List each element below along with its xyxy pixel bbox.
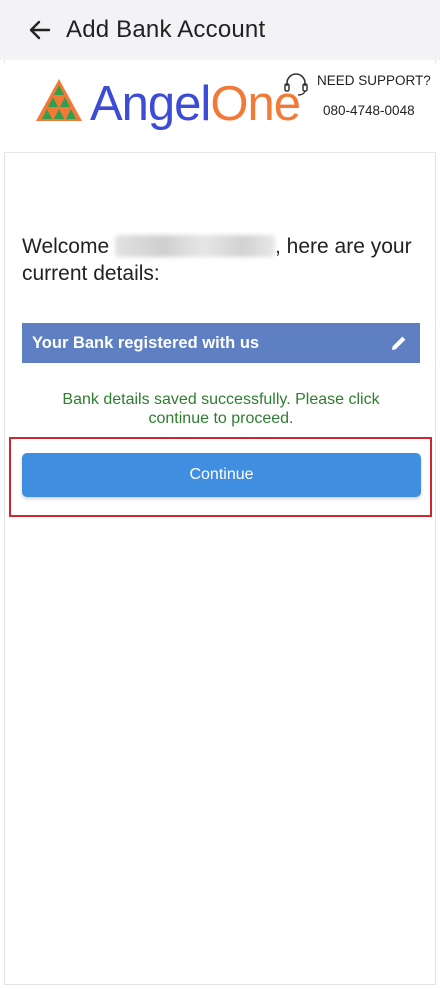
redacted-user-name xyxy=(114,235,275,257)
support-phone-link[interactable]: 080-4748-0048 xyxy=(323,103,415,118)
welcome-text: Welcome , here are your current details: xyxy=(22,233,422,287)
page-title: Add Bank Account xyxy=(66,16,266,43)
logo-text-angel: Angel xyxy=(90,77,211,131)
headset-icon xyxy=(284,73,308,96)
continue-button[interactable]: Continue xyxy=(22,453,421,497)
brand-header: AngelOne NEED SUPPORT? 080-4748-0048 xyxy=(4,63,436,153)
registered-bank-header: Your Bank registered with us xyxy=(22,323,420,363)
pencil-icon xyxy=(392,336,406,350)
arrow-left-icon xyxy=(29,20,51,40)
app-bar: Add Bank Account xyxy=(0,0,440,60)
success-message: Bank details saved successfully. Please … xyxy=(62,391,380,427)
angel-one-logo: AngelOne xyxy=(90,75,301,133)
support-label: NEED SUPPORT? xyxy=(317,73,431,88)
content-frame xyxy=(4,60,436,985)
angel-one-logo-mark-icon xyxy=(36,79,82,121)
welcome-prefix: Welcome xyxy=(22,235,115,258)
edit-bank-button[interactable] xyxy=(388,332,410,354)
back-button[interactable] xyxy=(20,10,60,50)
registered-bank-label: Your Bank registered with us xyxy=(32,333,260,352)
